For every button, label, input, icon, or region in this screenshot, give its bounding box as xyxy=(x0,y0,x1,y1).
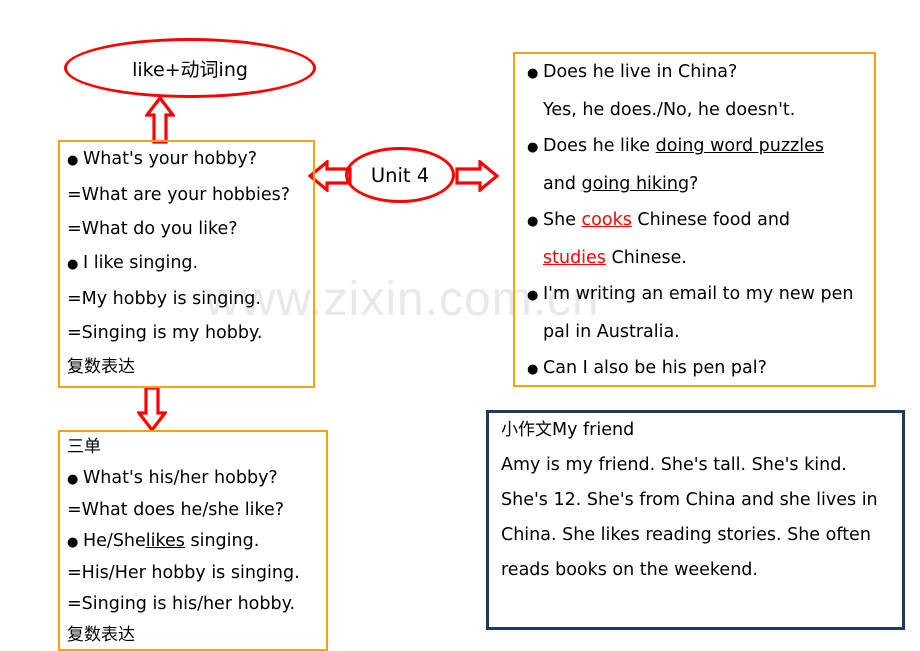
writing-heading: 小作文My friend xyxy=(489,413,902,448)
list-item: =Singing is his/her hobby. xyxy=(67,594,296,614)
arrow-right-icon xyxy=(455,158,500,196)
note-plural-expression: 复数表达 xyxy=(67,357,135,377)
bullet-icon xyxy=(527,350,543,388)
writing-line: Amy is my friend. She's tall. She's kind… xyxy=(501,455,847,475)
bullet-icon xyxy=(67,463,83,495)
note-plural-expression: 复数表达 xyxy=(67,625,135,645)
underlined-phrase: doing word puzzles xyxy=(655,136,824,156)
list-item: =My hobby is singing. xyxy=(67,289,261,309)
list-item: I'm writing an email to my new pen xyxy=(515,276,874,314)
arrow-down-icon xyxy=(135,386,169,436)
bullet-icon xyxy=(527,54,543,92)
bullet-icon xyxy=(67,246,83,282)
box-question-patterns: Does he live in China? Yes, he does./No,… xyxy=(513,52,876,387)
underlined-verb-red: cooks xyxy=(581,210,632,230)
writing-heading-cn: 小作文 xyxy=(501,420,552,440)
list-item: =What are your hobbies? xyxy=(67,185,291,205)
list-item: =What does he/she like? xyxy=(67,500,285,520)
heading-third-person: 三单 xyxy=(67,437,101,457)
bullet-icon xyxy=(527,202,543,240)
ellipse-unit-label: Unit 4 xyxy=(370,163,430,187)
list-item: What's his/her hobby? xyxy=(60,463,326,495)
bullet-icon xyxy=(527,128,543,166)
writing-line: She's 12. She's from China and she lives… xyxy=(501,490,878,510)
ellipse-like-label: like+动词ing xyxy=(132,58,248,81)
ellipse-unit-4[interactable]: Unit 4 xyxy=(345,147,455,203)
list-item: He/Shelikes singing. xyxy=(60,526,326,558)
underlined-verb-red: studies xyxy=(543,248,606,268)
underlined-verb: likes xyxy=(145,531,185,551)
list-item: What's your hobby? xyxy=(60,142,313,178)
list-item: and going hiking? xyxy=(543,174,699,194)
writing-heading-en: My friend xyxy=(552,420,635,440)
list-item: Does he like doing word puzzles xyxy=(515,128,874,166)
writing-line: China. She likes reading stories. She of… xyxy=(501,525,871,545)
list-item: studies Chinese. xyxy=(543,248,687,268)
list-item: Yes, he does./No, he doesn't. xyxy=(543,100,796,120)
underlined-phrase: going hiking xyxy=(581,174,690,194)
list-item: Can I also be his pen pal? xyxy=(515,350,874,388)
bullet-icon xyxy=(527,276,543,314)
list-item: I like singing. xyxy=(60,246,313,282)
box-writing-sample: 小作文My friend Amy is my friend. She's tal… xyxy=(486,410,905,630)
list-item: pal in Australia. xyxy=(543,322,680,342)
ellipse-like-verb-ing[interactable]: like+动词ing xyxy=(64,38,316,98)
list-item: =Singing is my hobby. xyxy=(67,323,263,343)
bullet-icon xyxy=(67,526,83,558)
box-hobby-singular: What's your hobby? =What are your hobbie… xyxy=(58,140,315,388)
box-hobby-third-person: 三单 What's his/her hobby? =What does he/s… xyxy=(58,430,328,651)
list-item: =His/Her hobby is singing. xyxy=(67,563,300,583)
list-item: Does he live in China? xyxy=(515,54,874,92)
list-item: She cooks Chinese food and xyxy=(515,202,874,240)
mind-map-canvas: www.zixin.com.cn like+动词ing Unit 4 What'… xyxy=(0,0,920,651)
bullet-icon xyxy=(67,142,83,178)
writing-line: reads books on the weekend. xyxy=(501,560,758,580)
list-item: =What do you like? xyxy=(67,219,238,239)
